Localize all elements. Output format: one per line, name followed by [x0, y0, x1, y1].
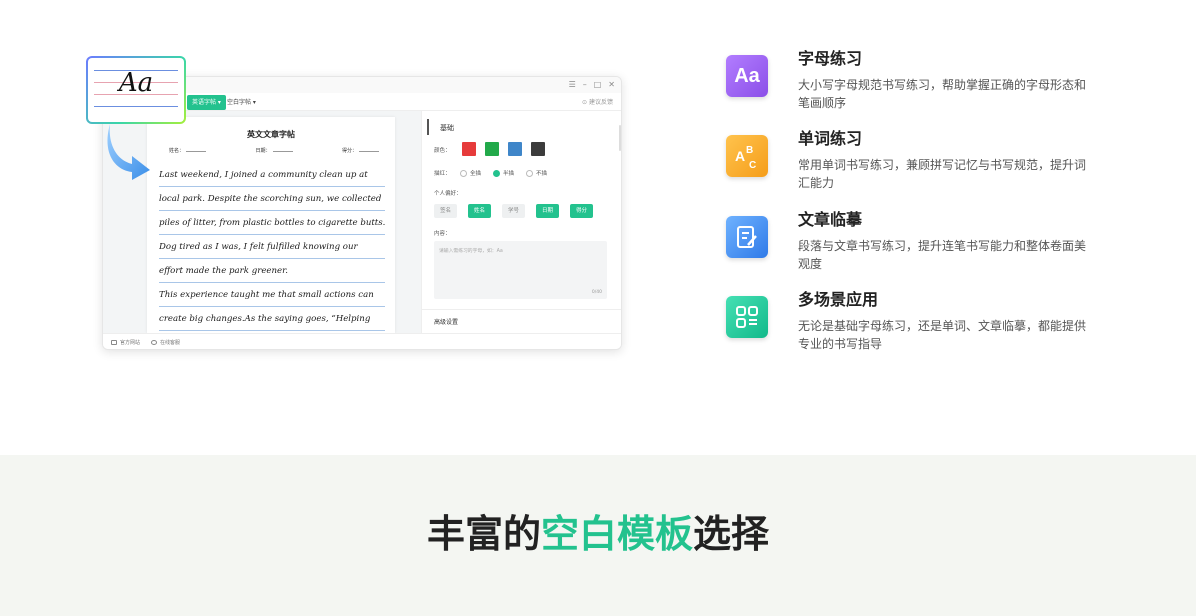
section-basic-label: 基础 — [440, 124, 454, 132]
feature-desc: 大小写字母规范书写练习，帮助掌握正确的字母形态和笔画顺序 — [798, 78, 1087, 110]
svg-text:B: B — [746, 145, 753, 156]
trace-radio-half[interactable]: 半描 — [493, 169, 514, 177]
aa-letter-card: Aa — [86, 56, 186, 124]
char-counter: 0/40 — [591, 290, 602, 295]
aa-letter-icon: Aa — [726, 55, 768, 97]
maximize-icon[interactable]: □ — [594, 80, 602, 89]
grid-list-icon — [726, 296, 768, 338]
advanced-settings-label[interactable]: 高级设置 — [434, 317, 458, 326]
online-service-link[interactable]: 在线客服 — [151, 339, 180, 346]
feature-section: ☰ – □ ✕ 英语字帖 ▾ 空白字帖 ▾ ⊙ 建议反馈 英文文章字帖 姓名： — [0, 0, 1196, 455]
app-footer: 官方网站 在线客服 — [103, 333, 621, 349]
handwriting-line: This experience taught me that small act… — [159, 283, 385, 307]
content-textarea[interactable]: 请输入需练习的字母，如：Aa 0/40 — [434, 241, 607, 299]
svg-text:C: C — [749, 160, 756, 171]
template-section: 丰富的空白模板选择 — [0, 455, 1196, 616]
svg-text:A: A — [735, 148, 745, 164]
feedback-icon: ⊙ — [582, 99, 589, 106]
date-label: 日期： — [255, 148, 271, 154]
online-service-label: 在线客服 — [160, 340, 181, 346]
color-swatch-blue[interactable] — [508, 142, 522, 156]
feature-article-copy: 文章临摹 段落与文章书写练习，提升连笔书写能力和整体卷面美观度 — [722, 209, 1102, 279]
panel-scrollbar[interactable] — [619, 125, 621, 151]
arrow-icon — [107, 124, 150, 180]
name-label: 姓名： — [169, 148, 185, 154]
tab-english-copybook[interactable]: 英语字帖 ▾ — [187, 95, 226, 110]
score-label: 得分： — [341, 148, 357, 154]
divider — [422, 309, 621, 310]
trace-label: 描红： — [434, 171, 451, 177]
document-pen-icon — [726, 216, 768, 258]
habit-name[interactable]: 姓名 — [468, 204, 492, 218]
handwriting-line: create big changes.As the saying goes, “… — [159, 307, 385, 331]
page: ☰ – □ ✕ 英语字帖 ▾ 空白字帖 ▾ ⊙ 建议反馈 英文文章字帖 姓名： — [0, 0, 1196, 616]
habit-date[interactable]: 日期 — [536, 204, 560, 218]
abc-icon: A B C — [726, 135, 768, 177]
section-heading: 丰富的空白模板选择 — [0, 510, 1196, 558]
handwriting-line: local park. Despite the scorching sun, w… — [159, 187, 385, 211]
window-controls: ☰ – □ ✕ — [569, 80, 615, 89]
handwriting-line: piles of litter, from plastic bottles to… — [159, 211, 385, 235]
sheet-fields: 姓名： 日期： 得分： — [169, 147, 379, 154]
feature-word-practice: A B C 单词练习 常用单词书写练习，兼顾拼写记忆与书写规范，提升词汇能力 — [722, 128, 1102, 198]
feature-desc: 常用单词书写练习，兼顾拼写记忆与书写规范，提升词汇能力 — [798, 158, 1087, 190]
radio-checked-icon — [493, 169, 500, 177]
habit-score[interactable]: 得分 — [570, 204, 594, 218]
guide-line — [94, 106, 178, 107]
radio-label: 不描 — [536, 171, 548, 177]
official-site-label: 官方网站 — [120, 340, 141, 346]
color-swatch-green[interactable] — [485, 142, 499, 156]
feature-title: 文章临摹 — [798, 210, 863, 229]
handwriting-line: effort made the park greener. — [159, 259, 385, 283]
copybook-sheet: 英文文章字帖 姓名： 日期： 得分： Last weekend, I joine… — [147, 117, 395, 333]
radio-icon — [526, 169, 533, 177]
color-swatch-red[interactable] — [462, 142, 476, 156]
close-icon[interactable]: ✕ — [608, 80, 615, 89]
radio-label: 半描 — [503, 171, 515, 177]
handwriting-line: Dog tired as I was, I felt fulfilled kno… — [159, 235, 385, 259]
minimize-icon[interactable]: – — [583, 80, 587, 89]
content-label: 内容： — [434, 231, 451, 237]
radio-icon — [460, 169, 467, 177]
color-swatch-black[interactable] — [531, 142, 545, 156]
habit-student-id[interactable]: 学号 — [502, 204, 526, 218]
section-marker — [427, 119, 429, 135]
habit-signature[interactable]: 签名 — [434, 204, 458, 218]
tab-blank-copybook[interactable]: 空白字帖 ▾ — [227, 95, 256, 110]
feature-title: 字母练习 — [798, 49, 863, 68]
feature-title: 单词练习 — [798, 129, 863, 148]
content-placeholder: 请输入需练习的字母，如：Aa — [439, 249, 503, 254]
feature-desc: 无论是基础字母练习，还是单词、文章临摹，都能提供专业的书写指导 — [798, 319, 1087, 351]
aa-text: Aa — [118, 68, 154, 98]
feature-desc: 段落与文章书写练习，提升连笔书写能力和整体卷面美观度 — [798, 239, 1087, 271]
aa-card-inner: Aa — [88, 58, 184, 122]
color-label: 颜色： — [434, 148, 451, 154]
sheet-title: 英文文章字帖 — [247, 130, 295, 139]
name-field: 姓名： — [169, 147, 207, 154]
trace-radio-none[interactable]: 不描 — [526, 169, 547, 177]
radio-label: 全描 — [470, 171, 482, 177]
feature-title: 多场景应用 — [798, 290, 879, 309]
score-field: 得分： — [342, 147, 379, 154]
feedback-label: 建议反馈 — [588, 99, 613, 106]
feature-letter-practice: Aa 字母练习 大小写字母规范书写练习，帮助掌握正确的字母形态和笔画顺序 — [722, 48, 1102, 118]
handwriting-lines: Last weekend, I joined a community clean… — [159, 163, 385, 331]
trace-radio-full[interactable]: 全描 — [460, 169, 481, 177]
habit-label: 个人偏好： — [434, 191, 462, 197]
headset-icon — [151, 340, 157, 345]
monitor-icon — [111, 340, 117, 345]
feedback-link[interactable]: ⊙ 建议反馈 — [582, 95, 613, 110]
official-site-link[interactable]: 官方网站 — [111, 339, 140, 346]
handwriting-line: Last weekend, I joined a community clean… — [159, 163, 385, 187]
heading-part1: 丰富的 — [426, 512, 541, 556]
menu-icon[interactable]: ☰ — [569, 80, 576, 89]
date-field: 日期： — [255, 147, 293, 154]
heading-highlight: 空白模板 — [540, 512, 693, 556]
feature-multi-scene: 多场景应用 无论是基础字母练习，还是单词、文章临摹，都能提供专业的书写指导 — [722, 289, 1102, 359]
settings-panel: 基础 颜色： 描红： 全描 半描 不描 个人偏好： 签名 姓名 学号 日期 得分… — [421, 111, 621, 333]
heading-part2: 选择 — [693, 512, 770, 556]
